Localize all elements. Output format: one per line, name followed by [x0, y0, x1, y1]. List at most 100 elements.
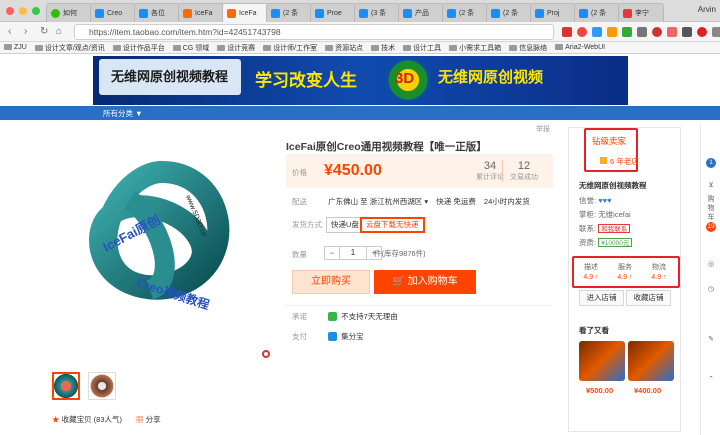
extension-icon[interactable]: [562, 27, 572, 37]
seller-label: 掌柜:: [579, 210, 597, 219]
browser-tab[interactable]: 产品: [398, 3, 444, 22]
delivery-option-usb[interactable]: 快递U盘: [326, 217, 364, 233]
back-icon[interactable]: ‹: [8, 26, 11, 38]
home-icon[interactable]: ⌂: [56, 26, 62, 38]
quantity-label: 数量: [292, 250, 307, 259]
coupon-icon[interactable]: ◎: [705, 260, 717, 269]
browser-tab[interactable]: (2 条: [574, 3, 620, 22]
tab-label: IceFa: [239, 9, 257, 17]
browser-tab[interactable]: Creo: [90, 3, 136, 22]
browser-tab-active[interactable]: IceFa: [222, 3, 268, 22]
contact-badge[interactable]: 和我联系: [598, 224, 631, 233]
browser-tab[interactable]: 如何: [46, 3, 92, 22]
stat-divider: [502, 160, 503, 182]
reviews-stat[interactable]: 34 累计评论: [476, 160, 504, 182]
extension-icon[interactable]: [682, 27, 692, 37]
browser-tab[interactable]: 李宁: [618, 3, 664, 22]
bookmark-item[interactable]: 设计文章/观点/资讯: [35, 43, 105, 53]
score-value: 4.9 ↑: [583, 274, 599, 281]
extension-icon[interactable]: [622, 27, 632, 37]
shipping-label: 配送: [292, 197, 307, 206]
url-input[interactable]: https://item.taobao.com/item.htm?id=4245…: [74, 24, 554, 40]
tab-label: 各位: [151, 10, 165, 17]
browser-tab[interactable]: (2 条: [266, 3, 312, 22]
zoom-icon[interactable]: [262, 350, 270, 358]
seller-name[interactable]: 无维icefai: [598, 210, 631, 219]
main-product-image[interactable]: IceFai原创 Creo视频教程 www.5D3D.cn: [52, 140, 272, 362]
bookmark-item[interactable]: 设计师/工作室: [263, 43, 317, 53]
shop-banner[interactable]: 无维网原创视频教程 学习改变人生 3D 无维网原创视频: [93, 56, 628, 105]
deposit-badge: ¥10000元: [598, 238, 633, 247]
favorite-link[interactable]: ★ 收藏宝贝 (83人气): [52, 414, 122, 425]
bookmark-item[interactable]: Aria2-WebUI: [555, 44, 605, 51]
extension-icon[interactable]: [712, 27, 720, 37]
also-viewed-price-2: ¥400.00: [634, 386, 662, 395]
deals-stat[interactable]: 12 交易成功: [510, 160, 538, 182]
extension-icon[interactable]: [652, 27, 662, 37]
bookmark-item[interactable]: 设计作品平台: [113, 43, 165, 53]
score-label: 服务: [618, 264, 632, 271]
follow-shop-button[interactable]: 收藏店铺: [626, 290, 671, 306]
extension-icon[interactable]: [577, 27, 587, 37]
bookmark-item[interactable]: CG 领域: [173, 43, 209, 53]
bookmark-item[interactable]: 资源站点: [325, 43, 363, 53]
all-categories-menu[interactable]: 所有分类 ▼: [103, 108, 143, 119]
back-to-top-icon[interactable]: ⌃: [705, 375, 717, 384]
browser-tab[interactable]: (2 条: [486, 3, 532, 22]
cart-sidebar-icon[interactable]: ⊻: [705, 181, 717, 190]
notification-count[interactable]: 1: [706, 158, 716, 168]
also-viewed-item-2[interactable]: [628, 341, 674, 381]
browser-tab[interactable]: Proe: [310, 3, 356, 22]
browser-tab[interactable]: 各位: [134, 3, 180, 22]
tab-label: (2 条: [459, 10, 475, 17]
forward-icon[interactable]: ›: [24, 26, 27, 38]
maximize-window-icon[interactable]: [32, 7, 40, 15]
tab-label: (2 条: [591, 10, 607, 17]
share-link[interactable]: ▦ 分享: [136, 414, 161, 425]
shop-name[interactable]: 无维网原创视频教程: [579, 180, 647, 191]
bookmark-item[interactable]: 技术: [371, 43, 395, 53]
thumbnail-1[interactable]: [52, 372, 80, 400]
deposit-label: 资质:: [579, 238, 597, 247]
extension-icon[interactable]: [667, 27, 677, 37]
enter-shop-button[interactable]: 进入店铺: [579, 290, 624, 306]
zhihu-icon: [403, 8, 412, 18]
minimize-window-icon[interactable]: [19, 7, 27, 15]
share-icon: ▦: [136, 415, 146, 424]
browser-tab[interactable]: (3 条: [354, 3, 400, 22]
browser-tab[interactable]: (2 条: [442, 3, 488, 22]
bookmark-item[interactable]: 小需求工具箱: [449, 43, 501, 53]
bookmark-item[interactable]: 设计竞赛: [217, 43, 255, 53]
bookmark-item[interactable]: 信息脉络: [509, 43, 547, 53]
also-viewed-item-1[interactable]: [579, 341, 625, 381]
score-label: 描述: [584, 264, 598, 271]
also-viewed-title: 看了又看: [579, 326, 609, 335]
reload-icon[interactable]: ↻: [40, 26, 48, 38]
ship-to-select[interactable]: 浙江杭州西湖区 ▾: [370, 197, 428, 206]
bookmark-item[interactable]: 设计工具: [403, 43, 441, 53]
cart-sidebar-label[interactable]: 购物车: [705, 195, 717, 222]
browser-tab[interactable]: IceFa: [178, 3, 224, 22]
delivery-option-cloud[interactable]: 云盘下载无快递: [360, 217, 425, 233]
buy-now-button[interactable]: 立即购买: [292, 270, 370, 294]
score-value: 4.9 ↑: [617, 274, 633, 281]
extension-icon[interactable]: [637, 27, 647, 37]
extension-icon[interactable]: [697, 27, 707, 37]
zhihu-icon: [95, 8, 104, 18]
add-to-cart-button[interactable]: 🛒 加入购物车: [374, 270, 476, 294]
thumbnail-2[interactable]: [88, 372, 116, 400]
qty-minus-button[interactable]: −: [324, 246, 340, 260]
bookmark-item[interactable]: ZJU: [4, 44, 27, 51]
browser-tab[interactable]: Proj: [530, 3, 576, 22]
history-icon[interactable]: ◷: [705, 285, 717, 294]
feedback-icon[interactable]: ✎: [705, 335, 717, 344]
extension-icon[interactable]: [592, 27, 602, 37]
seller-level: 钻级卖家: [592, 136, 627, 146]
profile-name[interactable]: Arvin: [698, 5, 716, 14]
close-window-icon[interactable]: [6, 7, 14, 15]
report-link[interactable]: 举报: [536, 124, 550, 134]
extension-icon[interactable]: [607, 27, 617, 37]
banner-subtitle: 无维网原创视频: [438, 69, 544, 86]
jifenbao-icon: [328, 332, 338, 341]
qty-input[interactable]: 1: [340, 246, 366, 260]
